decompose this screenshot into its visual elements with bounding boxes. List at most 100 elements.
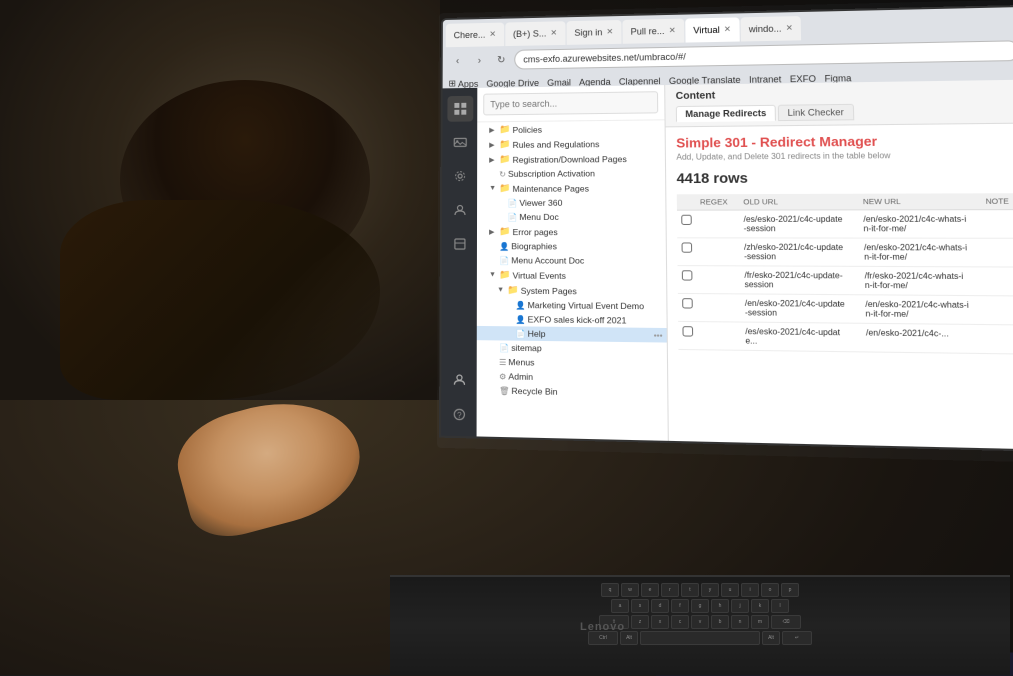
key[interactable]: g <box>691 599 709 613</box>
row-checkbox[interactable] <box>677 238 696 266</box>
tree-item-label: Viewer 360 <box>519 198 562 208</box>
sidebar-content-icon[interactable] <box>447 96 473 122</box>
doc-icon: 📄 <box>499 343 509 352</box>
tab-1[interactable]: Chere... ✕ <box>446 22 504 47</box>
tab-link-checker[interactable]: Link Checker <box>778 104 854 121</box>
tree-item-systempages[interactable]: ▼ 📁 System Pages <box>477 282 666 299</box>
table-row: /fr/esko-2021/c4c-update-session /fr/esk… <box>678 266 1013 296</box>
key[interactable]: u <box>721 583 739 597</box>
row-checkbox[interactable] <box>678 293 697 321</box>
key[interactable]: i <box>741 583 759 597</box>
tree-item-label: Virtual Events <box>513 270 566 280</box>
table-row: /es/esko-2021/c4c-update-session /en/esk… <box>677 210 1013 239</box>
content-header-title: Content <box>676 86 1013 102</box>
tree-item-errorpages[interactable]: ▶ 📁 Error pages <box>477 224 666 239</box>
sidebar-help-icon[interactable]: ? <box>446 401 472 428</box>
key[interactable]: h <box>711 599 729 613</box>
enter-key[interactable]: ↵ <box>782 631 812 645</box>
sidebar-members-icon[interactable] <box>446 197 472 223</box>
arrow-icon: ▶ <box>489 228 497 236</box>
key[interactable]: m <box>751 615 769 629</box>
tree-item-label: Menus <box>508 357 534 368</box>
key[interactable]: d <box>651 599 669 613</box>
row-regex <box>697 266 741 294</box>
sidebar-packages-icon[interactable] <box>446 231 472 257</box>
tab-6[interactable]: windo... ✕ <box>740 16 801 41</box>
cms-main: Content Manage Redirects Link Checker Si… <box>665 80 1013 450</box>
tree-item-recyclebin[interactable]: 🗑 Recycle Bin <box>477 383 668 401</box>
refresh-icon: ↻ <box>499 169 506 178</box>
alt-key-r[interactable]: Alt <box>762 631 780 645</box>
key[interactable]: x <box>651 615 669 629</box>
tab-4[interactable]: Pull re... ✕ <box>622 18 684 43</box>
address-input[interactable] <box>514 40 1013 69</box>
key[interactable]: c <box>671 615 689 629</box>
arrow-icon: ▼ <box>489 271 497 278</box>
svg-text:?: ? <box>457 411 462 420</box>
key[interactable]: f <box>671 599 689 613</box>
forward-button[interactable]: › <box>470 51 488 69</box>
key[interactable]: k <box>751 599 769 613</box>
folder-icon: 📁 <box>507 285 518 296</box>
key[interactable]: t <box>681 583 699 597</box>
tab-6-close[interactable]: ✕ <box>786 23 793 32</box>
row-spacer <box>849 238 860 266</box>
tab-5-close[interactable]: ✕ <box>724 25 731 34</box>
cms-sidebar: ? <box>441 88 477 437</box>
key[interactable]: r <box>661 583 679 597</box>
key[interactable]: b <box>711 615 729 629</box>
key[interactable]: l <box>771 599 789 613</box>
key[interactable]: w <box>621 583 639 597</box>
row-checkbox[interactable] <box>678 321 697 349</box>
key[interactable]: n <box>731 615 749 629</box>
tab-3-close[interactable]: ✕ <box>606 27 613 36</box>
ctrl-key[interactable]: Ctrl <box>588 631 618 645</box>
sidebar-settings-icon[interactable] <box>447 163 473 189</box>
tree-item-registration[interactable]: ▶ 📁 Registration/Download Pages <box>477 151 665 167</box>
sidebar-media-icon[interactable] <box>447 129 473 155</box>
alt-key[interactable]: Alt <box>620 631 638 645</box>
key[interactable]: y <box>701 583 719 597</box>
tree-item-biographies[interactable]: 👤 Biographies <box>477 239 666 254</box>
row-checkbox[interactable] <box>678 266 697 294</box>
backspace-key[interactable]: ⌫ <box>771 615 801 629</box>
row-checkbox[interactable] <box>677 210 696 238</box>
key[interactable]: v <box>691 615 709 629</box>
key[interactable]: q <box>601 583 619 597</box>
key[interactable]: o <box>761 583 779 597</box>
row-new-url: /en/esko-2021/c4c-whats-in-it-for-me/ <box>859 210 972 239</box>
key[interactable]: z <box>631 615 649 629</box>
key[interactable]: j <box>731 599 749 613</box>
key[interactable]: p <box>781 583 799 597</box>
tree-item-virtualevents[interactable]: ▼ 📁 Virtual Events <box>477 267 666 283</box>
tree-item-rules[interactable]: ▶ 📁 Rules and Regulations <box>477 135 665 152</box>
more-options-icon[interactable]: ••• <box>654 330 663 339</box>
tab-5[interactable]: Virtual ✕ <box>685 17 740 42</box>
keyboard-rows: q w e r t y u i o p a s d f g h j k l ⇧ … <box>390 577 1010 653</box>
back-button[interactable]: ‹ <box>449 52 467 70</box>
tab-2[interactable]: (B+) S... ✕ <box>505 21 565 46</box>
table-row: /zh/esko-2021/c4c-update-session /en/esk… <box>677 238 1013 267</box>
tree-item-menuaccountdoc[interactable]: 📄 Menu Account Doc <box>477 253 666 268</box>
key[interactable]: e <box>641 583 659 597</box>
tree-item-label: Marketing Virtual Event Demo <box>528 300 645 311</box>
tab-1-close[interactable]: ✕ <box>489 30 496 39</box>
tree-item-maintenance[interactable]: ▼ 📁 Maintenance Pages <box>477 180 665 196</box>
space-key[interactable] <box>640 631 760 645</box>
refresh-button[interactable]: ↻ <box>492 51 510 69</box>
admin-icon: ⚙ <box>499 372 506 381</box>
tree-search-input[interactable] <box>483 91 658 115</box>
key[interactable]: a <box>611 599 629 613</box>
tree-item-subscription[interactable]: ↻ Subscription Activation <box>477 166 665 181</box>
tab-4-close[interactable]: ✕ <box>669 26 676 35</box>
key[interactable]: s <box>631 599 649 613</box>
tab-3[interactable]: Sign in ✕ <box>566 19 621 44</box>
tree-item-policies[interactable]: ▶ 📁 Policies <box>477 120 664 137</box>
row-note <box>981 210 1013 239</box>
tree-item-label: Maintenance Pages <box>513 183 590 193</box>
tree-item-menudoc[interactable]: 📄 Menu Doc <box>477 210 666 224</box>
tab-2-close[interactable]: ✕ <box>550 28 557 37</box>
tree-item-viewer360[interactable]: 📄 Viewer 360 <box>477 195 665 210</box>
tab-manage-redirects[interactable]: Manage Redirects <box>676 105 776 122</box>
sidebar-users-icon[interactable] <box>446 366 472 393</box>
